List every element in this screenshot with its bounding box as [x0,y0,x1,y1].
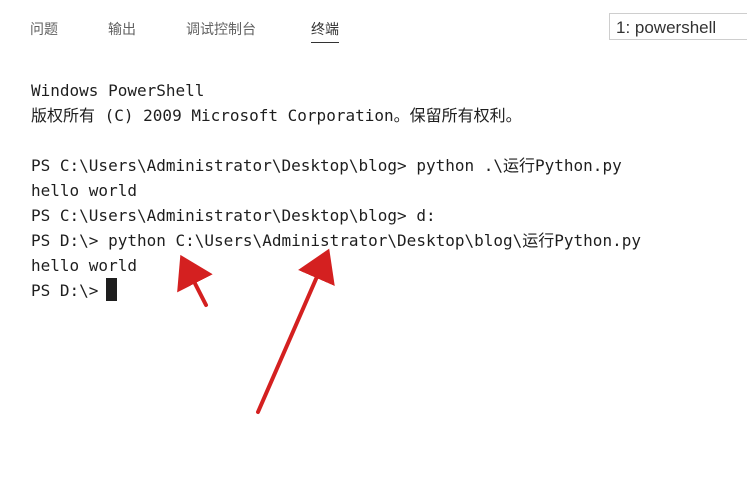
terminal-line: 版权所有 (C) 2009 Microsoft Corporation。保留所有… [31,106,522,125]
terminal-line: hello world [31,181,137,200]
terminal-prompt-line: PS D:\> [31,278,747,303]
tab-problems[interactable]: 问题 [30,20,58,38]
terminal-line: PS C:\Users\Administrator\Desktop\blog> … [31,156,622,175]
tab-output[interactable]: 输出 [108,20,136,38]
terminal-line: hello world [31,256,137,275]
terminal-line: PS C:\Users\Administrator\Desktop\blog> … [31,206,436,225]
terminal-output[interactable]: Windows PowerShell 版权所有 (C) 2009 Microso… [31,78,747,303]
terminal-panel: 问题 输出 调试控制台 终端 1: powershell Windows Pow… [0,0,747,486]
tab-debug-console[interactable]: 调试控制台 [186,20,256,38]
terminal-selector-dropdown[interactable]: 1: powershell [609,13,747,40]
terminal-line: PS D:\> python C:\Users\Administrator\De… [31,231,641,250]
panel-tab-bar: 问题 输出 调试控制台 终端 1: powershell [0,0,747,46]
terminal-selector-value: 1: powershell [616,18,717,37]
tab-terminal[interactable]: 终端 [311,20,339,43]
terminal-prompt: PS D:\> [31,281,99,300]
terminal-line: Windows PowerShell [31,81,205,100]
terminal-cursor [106,278,118,301]
